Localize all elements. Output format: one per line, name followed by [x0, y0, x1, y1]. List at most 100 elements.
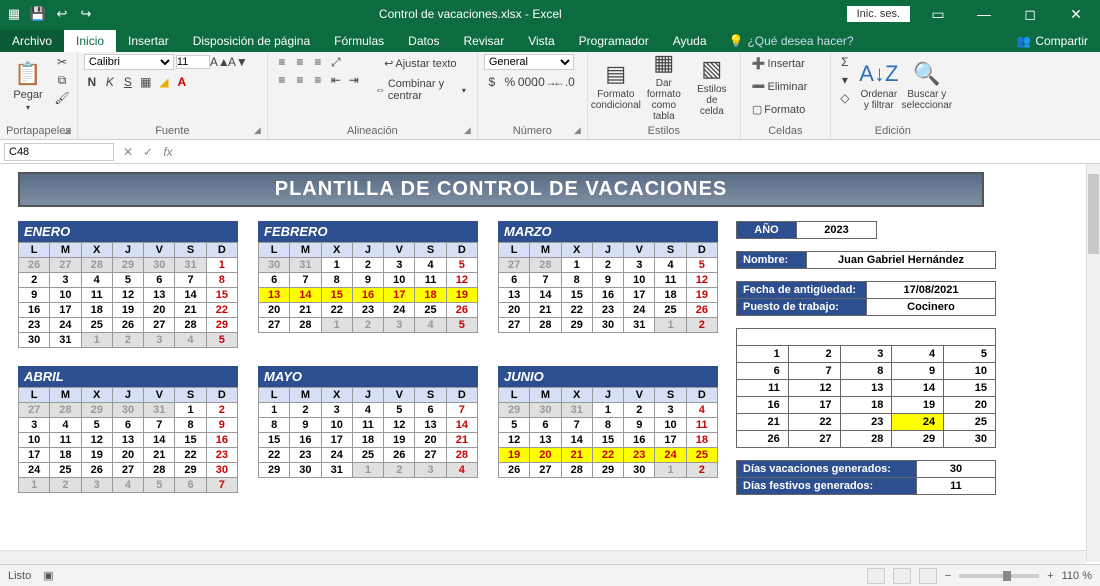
calendar-day[interactable]: 15 — [592, 433, 623, 448]
calendar-day[interactable]: 5 — [446, 318, 477, 333]
calendar-day[interactable]: 21 — [175, 303, 206, 318]
calendar-day[interactable]: 5 — [206, 333, 237, 348]
calendar-day[interactable]: 23 — [290, 448, 321, 463]
name-box[interactable] — [4, 143, 114, 161]
consumed-day[interactable]: 13 — [840, 380, 892, 397]
format-painter-icon[interactable]: 🖌 — [54, 90, 70, 106]
calendar-day[interactable]: 1 — [321, 318, 352, 333]
consumed-day[interactable]: 24 — [892, 414, 944, 431]
calendar-day[interactable]: 7 — [144, 418, 175, 433]
decrease-font-icon[interactable]: A▼ — [230, 54, 246, 70]
calendar-day[interactable]: 4 — [446, 463, 477, 478]
calendar-day[interactable]: 26 — [686, 303, 717, 318]
calendar-day[interactable]: 9 — [206, 418, 237, 433]
calendar-day[interactable]: 13 — [530, 433, 561, 448]
calendar-day[interactable]: 25 — [415, 303, 446, 318]
calendar-day[interactable]: 2 — [624, 403, 655, 418]
ribbon-display-icon[interactable]: ▭ — [920, 6, 956, 23]
calendar-day[interactable]: 29 — [561, 318, 592, 333]
cancel-formula-icon[interactable]: ✕ — [118, 145, 138, 159]
calendar-day[interactable]: 2 — [290, 403, 321, 418]
calendar-day[interactable]: 2 — [19, 273, 50, 288]
zoom-thumb[interactable] — [1003, 571, 1011, 581]
calendar-day[interactable]: 18 — [352, 433, 383, 448]
align-top-icon[interactable]: ≡ — [274, 54, 290, 70]
increase-indent-icon[interactable]: ⇥ — [346, 72, 362, 88]
calendar-day[interactable]: 11 — [352, 418, 383, 433]
consumed-day[interactable]: 28 — [840, 431, 892, 448]
calendar-day[interactable]: 2 — [50, 478, 81, 493]
calendar-day[interactable]: 23 — [206, 448, 237, 463]
fill-color-icon[interactable]: ◢ — [156, 74, 172, 90]
calendar-day[interactable]: 27 — [499, 258, 530, 273]
calendar-day[interactable]: 10 — [655, 418, 686, 433]
calendar-day[interactable]: 7 — [290, 273, 321, 288]
calendar-day[interactable]: 1 — [561, 258, 592, 273]
calendar-day[interactable]: 7 — [206, 478, 237, 493]
fill-icon[interactable]: ▾ — [837, 72, 853, 88]
calendar-day[interactable]: 31 — [321, 463, 352, 478]
align-right-icon[interactable]: ≡ — [310, 72, 326, 88]
increase-font-icon[interactable]: A▲ — [212, 54, 228, 70]
calendar-day[interactable]: 16 — [290, 433, 321, 448]
calendar-day[interactable]: 3 — [384, 258, 415, 273]
calendar-day[interactable]: 30 — [530, 403, 561, 418]
zoom-out-icon[interactable]: − — [945, 570, 951, 582]
calendar-day[interactable]: 28 — [50, 403, 81, 418]
calendar-day[interactable]: 26 — [384, 448, 415, 463]
calendar-day[interactable]: 25 — [686, 448, 717, 463]
tab-view[interactable]: Vista — [516, 30, 566, 52]
year-value[interactable]: 2023 — [797, 222, 877, 239]
calendar-day[interactable]: 21 — [446, 433, 477, 448]
calendar-day[interactable]: 2 — [686, 463, 717, 478]
calendar-day[interactable]: 12 — [81, 433, 112, 448]
calendar-day[interactable]: 20 — [530, 448, 561, 463]
calendar-day[interactable]: 6 — [259, 273, 290, 288]
calendar-day[interactable]: 1 — [206, 258, 237, 273]
dialog-launcher-icon[interactable]: ◢ — [254, 125, 261, 136]
calendar-day[interactable]: 16 — [624, 433, 655, 448]
calendar-day[interactable]: 1 — [259, 403, 290, 418]
consumed-day[interactable]: 5 — [944, 346, 996, 363]
calendar-day[interactable]: 28 — [290, 318, 321, 333]
tab-help[interactable]: Ayuda — [661, 30, 719, 52]
calendar-day[interactable]: 10 — [50, 288, 81, 303]
calendar-day[interactable]: 26 — [112, 318, 143, 333]
calendar-day[interactable]: 3 — [19, 418, 50, 433]
calendar-day[interactable]: 22 — [321, 303, 352, 318]
calendar-day[interactable]: 24 — [19, 463, 50, 478]
dialog-launcher-icon[interactable]: ◢ — [64, 125, 71, 136]
consumed-day[interactable]: 21 — [737, 414, 789, 431]
tab-data[interactable]: Datos — [396, 30, 451, 52]
dialog-launcher-icon[interactable]: ◢ — [464, 125, 471, 136]
calendar-day[interactable]: 8 — [175, 418, 206, 433]
calendar-day[interactable]: 12 — [112, 288, 143, 303]
calendar-day[interactable]: 23 — [352, 303, 383, 318]
calendar-day[interactable]: 27 — [415, 448, 446, 463]
calendar-day[interactable]: 3 — [415, 463, 446, 478]
calendar-day[interactable]: 2 — [352, 258, 383, 273]
calendar-day[interactable]: 15 — [175, 433, 206, 448]
calendar-day[interactable]: 4 — [175, 333, 206, 348]
calendar-day[interactable]: 28 — [530, 318, 561, 333]
calendar-day[interactable]: 15 — [259, 433, 290, 448]
calendar-day[interactable]: 5 — [112, 273, 143, 288]
calendar-day[interactable]: 31 — [144, 403, 175, 418]
sign-in-button[interactable]: Inic. ses. — [847, 6, 910, 22]
align-center-icon[interactable]: ≡ — [292, 72, 308, 88]
calendar-day[interactable]: 11 — [50, 433, 81, 448]
calendar-day[interactable]: 14 — [144, 433, 175, 448]
calendar-day[interactable]: 4 — [415, 318, 446, 333]
calendar-day[interactable]: 20 — [499, 303, 530, 318]
calendar-day[interactable]: 20 — [259, 303, 290, 318]
calendar-day[interactable]: 19 — [446, 288, 477, 303]
calendar-day[interactable]: 20 — [415, 433, 446, 448]
italic-icon[interactable]: K — [102, 74, 118, 90]
calendar-day[interactable]: 19 — [499, 448, 530, 463]
consumed-day[interactable]: 27 — [788, 431, 840, 448]
decrease-decimal-icon[interactable]: ←.0 — [556, 74, 572, 90]
insert-cells-button[interactable]: ➕Insertar — [747, 54, 810, 73]
consumed-day[interactable]: 29 — [892, 431, 944, 448]
calendar-day[interactable]: 18 — [50, 448, 81, 463]
calendar-day[interactable]: 29 — [499, 403, 530, 418]
